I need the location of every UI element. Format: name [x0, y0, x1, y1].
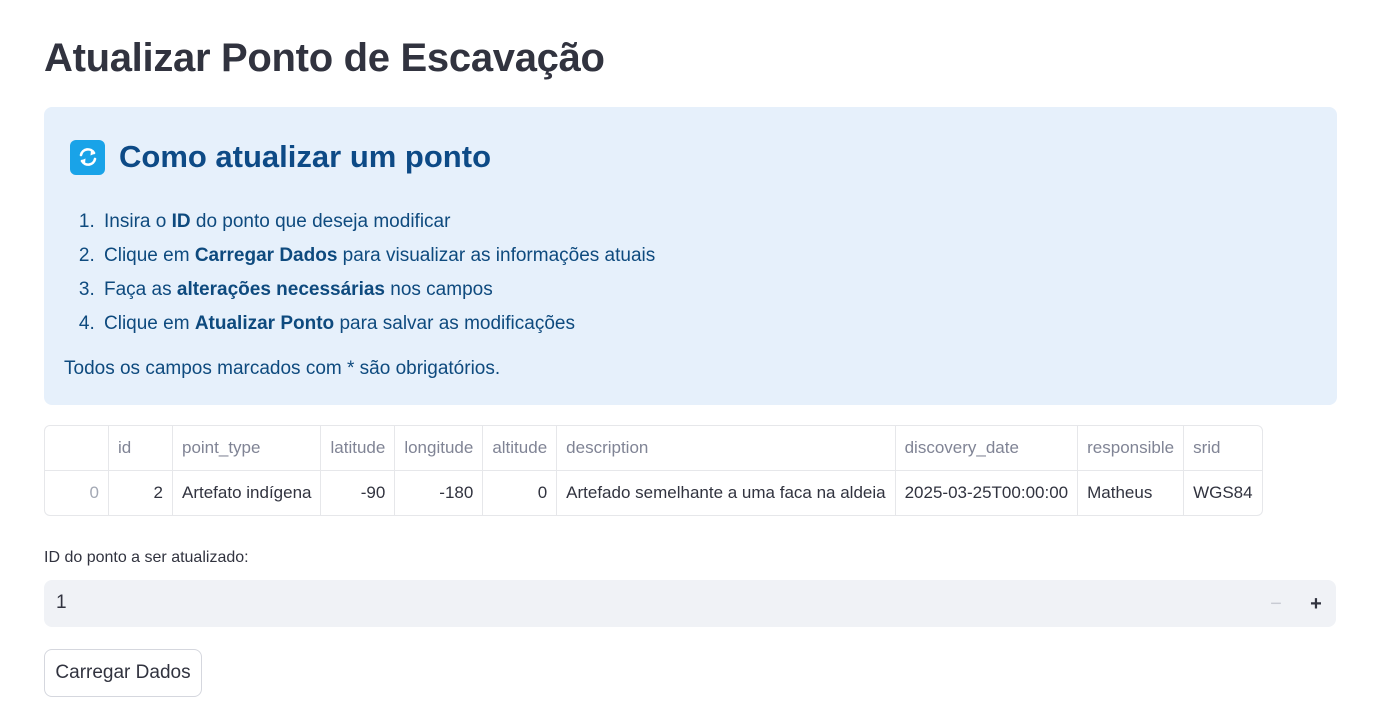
column-header[interactable]: id: [109, 426, 173, 471]
table-cell[interactable]: -90: [321, 471, 396, 515]
column-header[interactable]: srid: [1184, 426, 1262, 471]
required-fields-note: Todos os campos marcados com * são obrig…: [64, 358, 501, 379]
table-cell[interactable]: Artefado semelhante a uma faca na aldeia: [557, 471, 896, 515]
decrement-button[interactable]: −: [1258, 586, 1294, 622]
increment-button[interactable]: +: [1298, 586, 1334, 622]
instruction-step: Clique em Carregar Dados para visualizar…: [100, 239, 655, 273]
instruction-step: Clique em Atualizar Ponto para salvar as…: [100, 307, 655, 341]
column-header[interactable]: latitude: [321, 426, 396, 471]
column-header[interactable]: discovery_date: [895, 426, 1079, 471]
instruction-step: Insira o ID do ponto que deseja modifica…: [100, 205, 655, 239]
table-cell[interactable]: WGS84: [1184, 471, 1262, 515]
points-table[interactable]: id point_type latitude longitude altitud…: [44, 425, 1263, 516]
column-header-index[interactable]: [45, 426, 109, 471]
id-number-input[interactable]: 1 − +: [44, 580, 1336, 627]
table-cell[interactable]: 2025-03-25T00:00:00: [896, 471, 1079, 515]
info-header: Como atualizar um ponto: [70, 139, 491, 175]
refresh-icon: [70, 139, 105, 175]
table-cell[interactable]: -180: [395, 471, 484, 515]
info-title: Como atualizar um ponto: [119, 139, 491, 174]
id-input-value[interactable]: 1: [56, 592, 67, 614]
table-header-row: id point_type latitude longitude altitud…: [45, 426, 1262, 471]
table-cell[interactable]: Artefato indígena: [173, 471, 322, 515]
table-cell[interactable]: Matheus: [1078, 471, 1185, 515]
table-cell[interactable]: 0: [483, 471, 558, 515]
column-header[interactable]: longitude: [395, 426, 484, 471]
instruction-step: Faça as alterações necessárias nos campo…: [100, 273, 655, 307]
info-box: Como atualizar um ponto Insira o ID do p…: [44, 107, 1337, 405]
column-header[interactable]: description: [557, 426, 896, 471]
load-data-button[interactable]: Carregar Dados: [44, 649, 202, 697]
row-index: 0: [45, 471, 109, 515]
id-input-label: ID do ponto a ser atualizado:: [44, 549, 249, 566]
table-cell[interactable]: 2: [109, 471, 173, 515]
column-header[interactable]: point_type: [173, 426, 322, 471]
column-header[interactable]: altitude: [483, 426, 558, 471]
page-title: Atualizar Ponto de Escavação: [44, 36, 605, 80]
table-row: 0 2 Artefato indígena -90 -180 0 Artefad…: [45, 471, 1262, 515]
instructions-list: Insira o ID do ponto que deseja modifica…: [64, 205, 655, 341]
column-header[interactable]: responsible: [1078, 426, 1185, 471]
